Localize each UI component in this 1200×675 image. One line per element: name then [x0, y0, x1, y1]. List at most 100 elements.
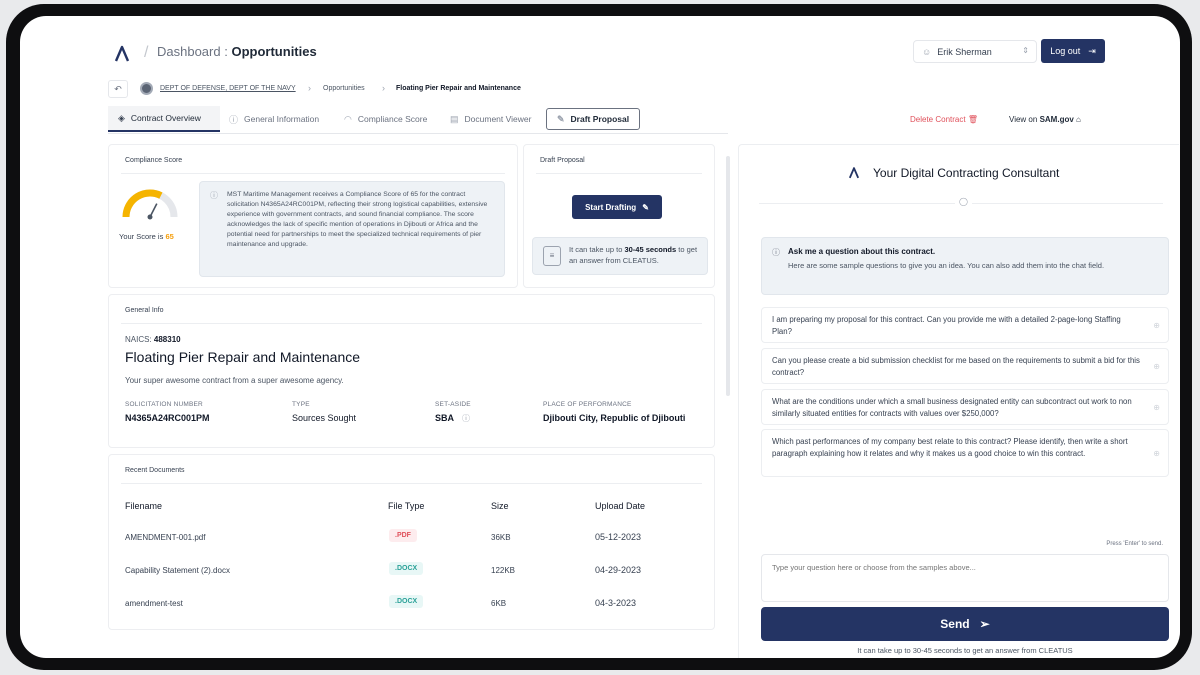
doc-filename[interactable]: AMENDMENT-001.pdf	[125, 533, 205, 542]
draft-proposal-card: Draft Proposal Start Drafting ✎ ≡ It can…	[523, 144, 715, 288]
tab-general-information[interactable]: ⓘ General Information	[229, 106, 319, 132]
file-type-badge: .PDF	[389, 529, 417, 542]
col-filename: Filename	[125, 501, 163, 511]
ask-title: Ask me a question about this contract.	[788, 247, 936, 256]
summary-text: MST Maritime Management receives a Compl…	[227, 191, 488, 249]
user-select[interactable]: ☺ Erik Sherman ⇕	[913, 40, 1037, 63]
info-icon: ⓘ	[229, 114, 239, 125]
send-label: Send	[940, 617, 970, 631]
ask-prompt: ⓘ Ask me a question about this contract.…	[761, 237, 1169, 295]
wait-notice: ≡ It can take up to 30-45 seconds to get…	[532, 237, 708, 275]
edit-icon: ✎	[642, 202, 649, 212]
view-on-label: View on	[1009, 115, 1038, 124]
wait-bold: 30-45 seconds	[624, 245, 677, 254]
bank-icon: ⌂	[1076, 115, 1081, 124]
enter-hint: Press 'Enter' to send.	[1106, 541, 1163, 547]
breadcrumb-dept[interactable]: DEPT OF DEFENSE, DEPT OF THE NAVY	[160, 85, 296, 92]
trash-icon: 🗑	[967, 115, 978, 124]
sample-question[interactable]: Which past performances of my company be…	[761, 429, 1169, 477]
breadcrumb-opportunities[interactable]: Opportunities	[323, 85, 365, 92]
sample-question[interactable]: What are the conditions under which a sm…	[761, 389, 1169, 425]
tab-contract-overview[interactable]: ◈ Contract Overview	[108, 106, 220, 132]
set-aside-label: SET-ASIDE	[435, 401, 471, 408]
chat-input[interactable]	[761, 554, 1169, 602]
title-prefix[interactable]: Dashboard	[157, 44, 221, 59]
tab-label: Contract Overview	[130, 113, 201, 123]
tab-draft-proposal[interactable]: ✎ Draft Proposal	[546, 108, 641, 130]
set-aside-field: SBA ⓘ	[435, 413, 470, 424]
delete-label: Delete Contract	[910, 115, 966, 124]
gauge-icon: ◠	[344, 113, 352, 124]
tab-label: Document Viewer	[464, 114, 532, 124]
chat-title: Your Digital Contracting Consultant	[873, 166, 1060, 180]
app-logo	[848, 167, 860, 179]
breadcrumb-chevron-icon: ›	[308, 83, 311, 93]
doc-date: 05-12-2023	[595, 532, 642, 542]
naics-label: NAICS:	[125, 335, 152, 344]
card-title: Draft Proposal	[540, 157, 585, 164]
divider	[121, 483, 702, 484]
sample-text: Which past performances of my company be…	[772, 437, 1128, 458]
naics-code: NAICS: 488310	[125, 335, 181, 344]
header-divider: /	[144, 44, 149, 61]
compliance-score-card: Compliance Score Your Score is 65 ⓘ MST …	[108, 144, 518, 288]
send-icon: ➢	[979, 617, 990, 631]
type-value: Sources Sought	[292, 413, 357, 423]
score-gauge	[122, 189, 178, 220]
send-note: It can take up to 30-45 seconds to get a…	[857, 646, 1073, 655]
start-label: Start Drafting	[585, 202, 637, 212]
sample-question[interactable]: Can you please create a bid submission c…	[761, 348, 1169, 384]
card-title: Recent Documents	[125, 467, 185, 474]
wait-prefix: It can take up to	[569, 245, 623, 254]
send-button[interactable]: Send ➢	[761, 607, 1169, 641]
place-value: Djibouti City, Republic of Djibouti	[543, 413, 686, 423]
page-title: Dashboard : Opportunities	[157, 44, 317, 59]
contract-title: Floating Pier Repair and Maintenance	[125, 349, 361, 365]
col-size: Size	[491, 501, 509, 511]
sample-text: I am preparing my proposal for this cont…	[772, 315, 1121, 336]
tab-label: Compliance Score	[357, 114, 428, 124]
recent-documents-card: Recent Documents Filename File Type Size…	[108, 454, 715, 630]
sample-question[interactable]: I am preparing my proposal for this cont…	[761, 307, 1169, 343]
add-icon[interactable]: ⊕	[1153, 402, 1160, 414]
col-file-type: File Type	[388, 501, 425, 511]
col-upload-date: Upload Date	[595, 501, 646, 511]
delete-contract-button[interactable]: Delete Contract 🗑	[910, 115, 978, 124]
chat-icon: ≡	[543, 246, 561, 266]
doc-filename[interactable]: Capability Statement (2).docx	[125, 566, 230, 575]
back-icon: ↶	[114, 83, 122, 94]
compliance-summary: ⓘ MST Maritime Management receives a Com…	[199, 181, 505, 277]
tab-compliance-score[interactable]: ◠ Compliance Score	[344, 106, 427, 132]
layers-icon: ◈	[118, 112, 125, 123]
sam-label: SAM.gov	[1039, 115, 1074, 124]
card-title: Compliance Score	[125, 157, 183, 164]
doc-size: 122KB	[491, 566, 516, 575]
divider	[121, 173, 505, 174]
naics-value: 488310	[153, 335, 181, 344]
user-icon: ☺	[922, 46, 932, 57]
title-separator: :	[224, 44, 228, 59]
doc-date: 04-29-2023	[595, 565, 642, 575]
logout-button[interactable]: Log out ⇥	[1041, 39, 1105, 63]
logout-icon: ⇥	[1088, 45, 1096, 56]
logout-label: Log out	[1050, 46, 1081, 56]
doc-filename[interactable]: amendment-test	[125, 599, 183, 608]
info-icon: ⓘ	[772, 248, 780, 257]
start-drafting-button[interactable]: Start Drafting ✎	[572, 195, 662, 219]
left-scrollbar[interactable]	[726, 156, 730, 396]
type-label: TYPE	[292, 401, 310, 408]
info-icon[interactable]: ⓘ	[462, 414, 470, 423]
app-logo[interactable]	[112, 44, 132, 64]
doc-size: 36KB	[491, 533, 511, 542]
tabs-underline	[108, 133, 728, 134]
info-icon: ⓘ	[210, 191, 218, 200]
view-on-sam-link[interactable]: View on SAM.gov ⌂	[1009, 115, 1081, 124]
breadcrumb-chevron-icon: ›	[382, 83, 385, 93]
user-name: Erik Sherman	[937, 46, 992, 57]
add-icon[interactable]: ⊕	[1153, 361, 1160, 373]
back-button[interactable]: ↶	[108, 80, 128, 98]
tab-document-viewer[interactable]: ▤ Document Viewer	[450, 106, 531, 132]
add-icon[interactable]: ⊕	[1153, 320, 1160, 332]
add-icon[interactable]: ⊕	[1153, 448, 1160, 460]
app-screen: / Dashboard : Opportunities ☺ Erik Sherm…	[20, 16, 1180, 658]
